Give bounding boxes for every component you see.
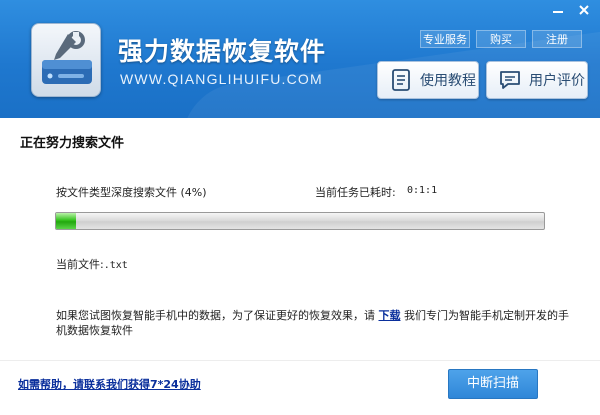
user-review-button-label: 用户评价 bbox=[529, 73, 585, 89]
footer-divider bbox=[0, 360, 600, 361]
elapsed-time-label: 当前任务已耗时: bbox=[315, 186, 396, 199]
professional-service-link[interactable]: 专业服务 bbox=[420, 30, 470, 48]
current-file-label: 当前文件: bbox=[56, 258, 104, 271]
tutorial-button[interactable]: 使用教程 bbox=[377, 61, 479, 99]
app-logo bbox=[31, 23, 101, 97]
app-website-url: WWW.QIANGLIHUIFU.COM bbox=[120, 71, 323, 87]
buy-link[interactable]: 购买 bbox=[476, 30, 526, 48]
download-link[interactable]: 下载 bbox=[379, 309, 401, 322]
close-button[interactable] bbox=[573, 2, 595, 18]
stop-scan-button[interactable]: 中断扫描 bbox=[448, 369, 538, 399]
app-title: 强力数据恢复软件 bbox=[118, 37, 327, 66]
user-review-button[interactable]: 用户评价 bbox=[486, 61, 588, 99]
current-file-name: .txt bbox=[103, 260, 128, 271]
scan-progress-bar bbox=[55, 212, 545, 230]
help-contact-link[interactable]: 如需帮助，请联系我们获得7*24协助 bbox=[18, 376, 201, 392]
close-icon bbox=[579, 5, 589, 15]
register-link[interactable]: 注册 bbox=[532, 30, 582, 48]
minimize-icon bbox=[553, 11, 563, 13]
hard-drive-wrench-icon bbox=[42, 31, 92, 84]
tutorial-button-label: 使用教程 bbox=[420, 73, 476, 89]
current-file: 当前文件:.txt bbox=[56, 256, 128, 272]
section-title: 正在努力搜索文件 bbox=[20, 136, 125, 151]
document-icon bbox=[388, 67, 414, 93]
elapsed-time-value: 0:1:1 bbox=[407, 185, 438, 196]
scan-progress-fill bbox=[56, 213, 76, 229]
header: 强力数据恢复软件 WWW.QIANGLIHUIFU.COM 专业服务 购买 注册… bbox=[0, 0, 600, 118]
minimize-button[interactable] bbox=[547, 2, 569, 18]
search-status-text: 按文件类型深度搜索文件 (4%) bbox=[56, 186, 207, 199]
smartphone-notice: 如果您试图恢复智能手机中的数据，为了保证更好的恢复效果，请 下载 我们专门为智能… bbox=[56, 308, 576, 338]
comment-icon bbox=[497, 67, 523, 93]
notice-text-before: 如果您试图恢复智能手机中的数据，为了保证更好的恢复效果，请 bbox=[56, 309, 375, 322]
